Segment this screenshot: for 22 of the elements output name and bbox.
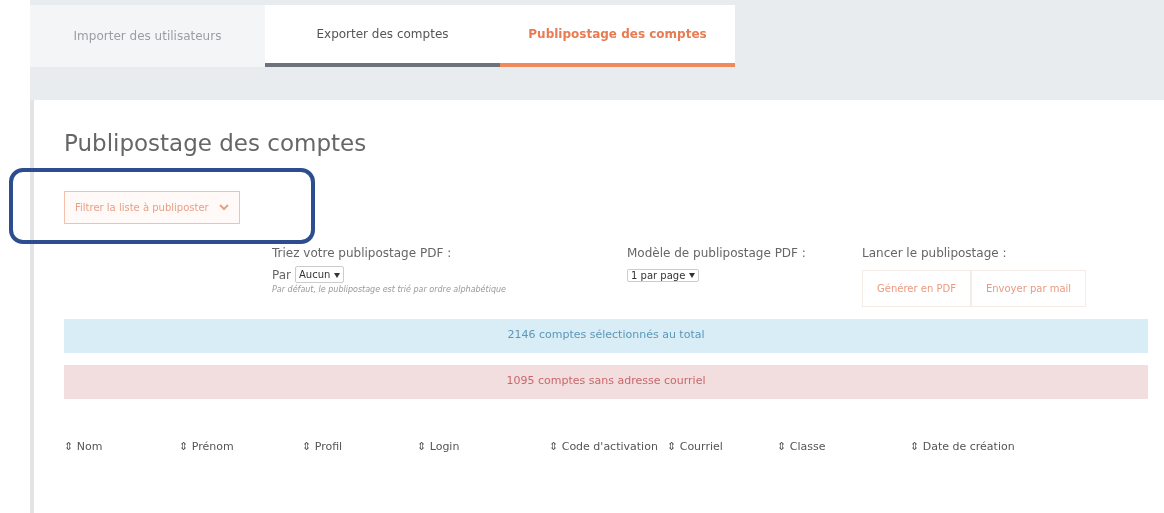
sort-note: Par défaut, le publipostage est trié par ordre alphabétique <box>272 283 507 296</box>
template-label: Modèle de publipostage PDF : <box>627 244 807 262</box>
column-header[interactable]: ⇕ Prénom <box>179 439 234 453</box>
column-header[interactable]: ⇕ Date de création <box>910 439 1015 453</box>
sort-label: Triez votre publipostage PDF : <box>272 244 453 262</box>
sort-prefix: Par <box>272 266 291 284</box>
column-header[interactable]: ⇕ Courriel <box>667 439 723 453</box>
page-title: Publipostage des comptes <box>64 130 368 158</box>
column-header[interactable]: ⇕ Login <box>417 439 460 453</box>
column-header[interactable]: ⇕ Code d'activation <box>549 439 658 453</box>
launch-label: Lancer le publipostage : <box>862 244 1008 262</box>
chevron-down-icon <box>218 204 229 212</box>
column-header[interactable]: ⇕ Classe <box>777 439 826 453</box>
column-header[interactable]: ⇕ Nom <box>64 439 103 453</box>
alert-banner: 2146 comptes sélectionnés au total <box>64 318 1148 353</box>
column-header[interactable]: ⇕ Profil <box>302 439 343 453</box>
sort-select[interactable]: Aucun <box>295 266 345 284</box>
caret-icon <box>334 272 341 278</box>
caret-icon <box>689 273 696 279</box>
tab[interactable]: Exporter des comptes <box>265 5 500 67</box>
alert-banner: 1095 comptes sans adresse courriel <box>64 364 1148 399</box>
template-select[interactable]: 1 par page <box>627 268 700 282</box>
